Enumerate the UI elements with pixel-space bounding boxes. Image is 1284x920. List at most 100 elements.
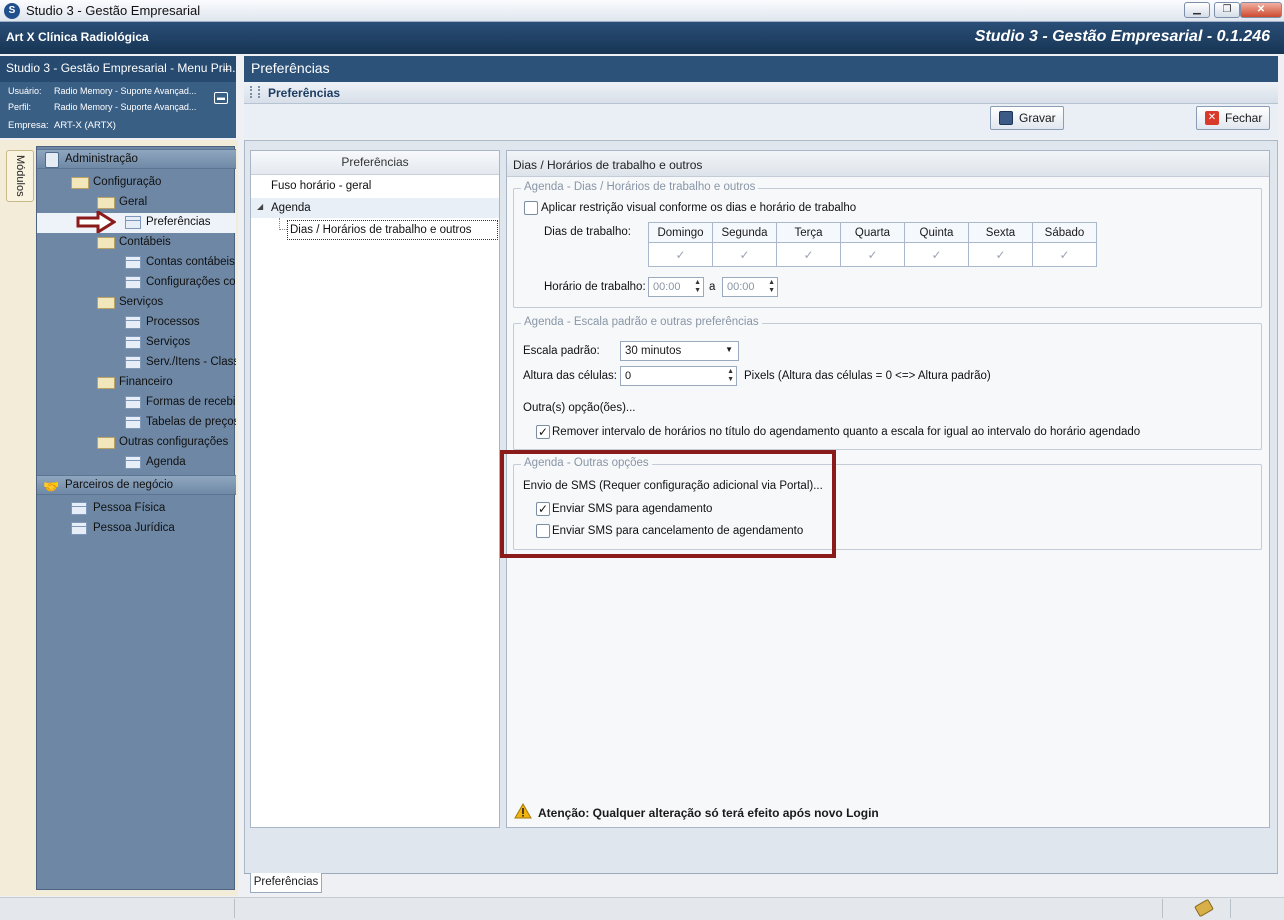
tree-label: Configuração <box>93 176 162 188</box>
tree-item-contas-contabeis[interactable]: Contas contábeis ( <box>37 253 236 273</box>
tree-item-geral[interactable]: Geral <box>37 193 236 213</box>
day-header: Sexta <box>968 222 1033 243</box>
restrict-visual-checkbox[interactable] <box>524 201 538 215</box>
window-title: Studio 3 - Gestão Empresarial <box>26 3 201 18</box>
status-divider <box>1230 899 1231 918</box>
restore-button[interactable]: ❐ <box>1214 2 1240 18</box>
studio-logo-icon: S <box>4 3 20 19</box>
document-tab-strip <box>244 873 1278 893</box>
app-header-bar: Art X Clínica Radiológica Studio 3 - Ges… <box>0 22 1284 54</box>
expand-triangle-icon[interactable]: ◢ <box>257 202 263 211</box>
folder-icon <box>97 377 115 389</box>
dropdown-arrow-icon[interactable]: ▼ <box>725 345 733 354</box>
tree-label: Formas de recebim <box>146 396 236 408</box>
close-label: Fechar <box>1225 111 1263 125</box>
day-checkbox[interactable]: ✓ <box>648 242 713 267</box>
profile-value: Radio Memory - Suporte Avançad... <box>54 102 197 112</box>
scale-value: 30 minutos <box>625 345 682 357</box>
menu-panel-header: Studio 3 - Gestão Empresarial - Menu Pri… <box>0 56 236 82</box>
tree-label: Serviços <box>119 296 164 308</box>
tree-item-serv-itens[interactable]: Serv./Itens - Class <box>37 353 236 373</box>
day-checkbox[interactable]: ✓ <box>1032 242 1097 267</box>
day-header: Quarta <box>840 222 905 243</box>
hour-from-spinner[interactable]: 00:00 ▲ ▼ <box>648 277 704 297</box>
warning-icon <box>514 803 532 819</box>
subheader-bar <box>244 82 1278 104</box>
page-icon <box>125 276 141 289</box>
cell-height-value: 0 <box>625 370 632 382</box>
scale-combobox[interactable]: 30 minutos ▼ <box>620 341 739 361</box>
tree-label: Geral <box>119 196 148 208</box>
tree-item-tabelas-precos[interactable]: Tabelas de preços <box>37 413 236 433</box>
tree-item-pessoa-fisica[interactable]: Pessoa Física <box>37 499 236 519</box>
tree-item-outras-configuracoes[interactable]: Outras configurações <box>37 433 236 453</box>
tree-item-formas-recebimento[interactable]: Formas de recebim <box>37 393 236 413</box>
tree-item-contabeis[interactable]: Contábeis <box>37 233 236 253</box>
tree-item-pessoa-juridica[interactable]: Pessoa Jurídica <box>37 519 236 539</box>
cell-height-unit: Pixels (Altura das células = 0 <=> Altur… <box>744 370 991 382</box>
preferences-tree <box>250 150 500 828</box>
modules-tab-label: Módulos <box>14 155 26 197</box>
pref-tree-item-dias[interactable]: Dias / Horários de trabalho e outros <box>290 224 472 236</box>
save-label: Gravar <box>1019 111 1056 125</box>
day-checkbox[interactable]: ✓ <box>776 242 841 267</box>
tree-item-configuracao[interactable]: Configuração <box>37 173 236 193</box>
days-label: Dias de trabalho: <box>544 226 631 238</box>
day-checkbox[interactable]: ✓ <box>712 242 777 267</box>
folder-icon <box>97 197 115 209</box>
floppy-disk-icon <box>999 111 1013 125</box>
company-name: Art X Clínica Radiológica <box>6 30 149 44</box>
day-checkbox[interactable]: ✓ <box>968 242 1033 267</box>
company-label: Empresa: <box>8 120 49 131</box>
page-icon <box>125 256 141 269</box>
pref-tree-item-fuso[interactable]: Fuso horário - geral <box>271 180 371 192</box>
spinner-arrows-icon[interactable]: ▲ ▼ <box>694 279 701 295</box>
tree-label: Parceiros de negócio <box>65 479 174 491</box>
cell-height-spinner[interactable]: 0 ▲ ▼ <box>620 366 737 386</box>
close-window-button[interactable]: ✕ <box>1240 2 1282 18</box>
page-title: Preferências <box>251 60 330 76</box>
page-icon <box>125 316 141 329</box>
module-tree: Administração Configuração Geral Preferê… <box>36 146 236 890</box>
day-header: Sábado <box>1032 222 1097 243</box>
minimize-button[interactable]: ▁ <box>1184 2 1210 18</box>
tree-item-configuracoes-contabeis[interactable]: Configurações con <box>37 273 236 293</box>
lock-icon[interactable]: ▬ <box>214 92 228 104</box>
restrict-visual-label: Aplicar restrição visual conforme os dia… <box>541 202 857 214</box>
hour-to-spinner[interactable]: 00:00 ▲ ▼ <box>722 277 778 297</box>
panel-title: Dias / Horários de trabalho e outros <box>507 151 1269 177</box>
day-checkbox[interactable]: ✓ <box>904 242 969 267</box>
status-divider <box>1162 899 1163 918</box>
pref-tree-item-agenda[interactable]: Agenda <box>271 202 311 214</box>
other-options-label: Outra(s) opção(ões)... <box>523 402 636 414</box>
tree-item-preferencias[interactable]: Preferências <box>37 213 236 233</box>
arrow-right-icon <box>76 211 116 233</box>
spinner-arrows-icon[interactable]: ▲ ▼ <box>727 368 734 384</box>
tree-label: Agenda <box>146 456 186 468</box>
tree-item-servicos-folder[interactable]: Serviços <box>37 293 236 313</box>
tree-item-financeiro[interactable]: Financeiro <box>37 373 236 393</box>
tree-item-servicos[interactable]: Serviços <box>37 333 236 353</box>
page-icon <box>125 396 141 409</box>
save-button[interactable]: Gravar <box>990 106 1064 130</box>
page-icon <box>125 336 141 349</box>
close-icon: ✕ <box>1205 111 1219 125</box>
day-checkbox[interactable]: ✓ <box>840 242 905 267</box>
day-header: Quinta <box>904 222 969 243</box>
days-table: Domingo Segunda Terça Quarta Quinta Sext… <box>648 222 1097 267</box>
tree-item-processos[interactable]: Processos <box>37 313 236 333</box>
tab-preferencias[interactable]: Preferências <box>250 873 322 893</box>
tree-item-agenda[interactable]: Agenda <box>37 453 236 473</box>
day-header: Terça <box>776 222 841 243</box>
tree-section-parceiros[interactable]: 🤝 Parceiros de negócio <box>37 475 236 495</box>
tree-label: Configurações con <box>146 276 236 288</box>
close-button[interactable]: ✕ Fechar <box>1196 106 1270 130</box>
profile-label: Perfil: <box>8 102 32 112</box>
tree-label: Outras configurações <box>119 436 229 448</box>
page-icon <box>71 502 87 515</box>
spinner-arrows-icon[interactable]: ▲ ▼ <box>768 279 775 295</box>
remove-interval-checkbox[interactable]: ✓ <box>536 425 550 439</box>
tree-label: Processos <box>146 316 200 328</box>
page-icon <box>71 522 87 535</box>
tree-section-admin[interactable]: Administração <box>37 149 236 169</box>
